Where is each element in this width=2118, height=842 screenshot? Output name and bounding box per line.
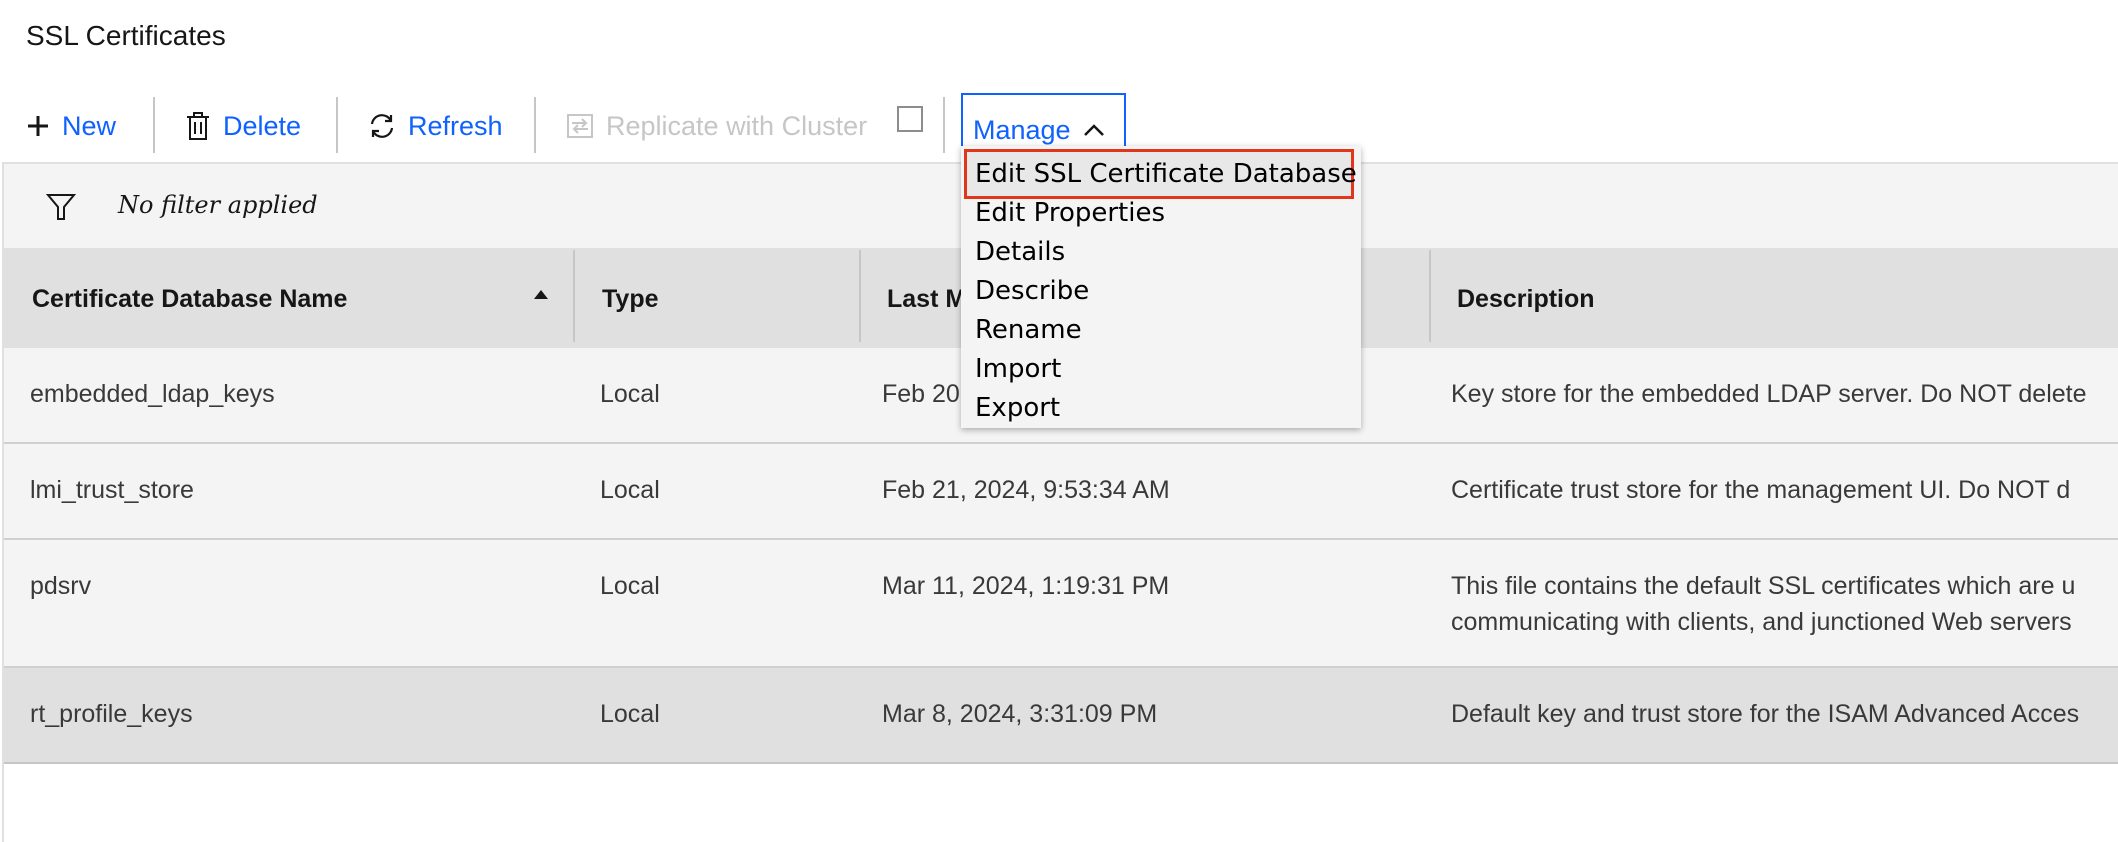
cell-type: Local bbox=[600, 380, 660, 408]
table-row[interactable]: pdsrv Local Mar 11, 2024, 1:19:31 PM Thi… bbox=[4, 540, 2118, 668]
column-divider bbox=[573, 250, 575, 342]
delete-button[interactable]: Delete bbox=[185, 90, 301, 162]
refresh-button[interactable]: Refresh bbox=[368, 90, 503, 162]
cell-name: embedded_ldap_keys bbox=[30, 380, 275, 408]
toolbar-divider bbox=[534, 97, 536, 153]
cell-description: This file contains the default SSL certi… bbox=[1451, 572, 2076, 600]
new-button-label: New bbox=[62, 110, 117, 141]
column-divider bbox=[1429, 250, 1431, 342]
menu-item-export[interactable]: Export bbox=[975, 391, 1060, 425]
cell-last-modified: Feb 20 bbox=[882, 380, 960, 408]
select-checkbox[interactable] bbox=[897, 106, 923, 132]
cell-description: Default key and trust store for the ISAM… bbox=[1451, 700, 2080, 728]
trash-icon bbox=[187, 112, 209, 140]
cell-last-modified: Mar 8, 2024, 3:31:09 PM bbox=[882, 700, 1158, 728]
replicate-button-label: Replicate with Cluster bbox=[606, 110, 868, 141]
page-title: SSL Certificates bbox=[26, 20, 226, 51]
menu-item-import[interactable]: Import bbox=[975, 352, 1061, 386]
plus-icon bbox=[28, 116, 48, 136]
column-header-description[interactable]: Description bbox=[1457, 250, 1595, 348]
column-header-label: Description bbox=[1457, 284, 1595, 313]
table-row[interactable]: lmi_trust_store Local Feb 21, 2024, 9:53… bbox=[4, 444, 2118, 540]
menu-item-edit-properties[interactable]: Edit Properties bbox=[975, 196, 1165, 230]
menu-item-rename[interactable]: Rename bbox=[975, 313, 1082, 347]
refresh-icon bbox=[370, 114, 394, 138]
column-header-name[interactable]: Certificate Database Name bbox=[32, 250, 347, 348]
column-divider bbox=[859, 250, 861, 342]
cell-name: pdsrv bbox=[30, 572, 92, 600]
cell-last-modified: Feb 21, 2024, 9:53:34 AM bbox=[882, 476, 1170, 504]
cell-last-modified: Mar 11, 2024, 1:19:31 PM bbox=[882, 572, 1170, 600]
cell-name: lmi_trust_store bbox=[30, 476, 194, 504]
refresh-button-label: Refresh bbox=[408, 110, 503, 141]
cell-description-line2: communicating with clients, and junction… bbox=[1451, 608, 2072, 636]
cell-description: Certificate trust store for the manageme… bbox=[1451, 476, 2071, 504]
sort-ascending-icon[interactable] bbox=[534, 290, 548, 299]
cell-name: rt_profile_keys bbox=[30, 700, 193, 728]
toolbar-divider bbox=[153, 97, 155, 153]
cell-type: Local bbox=[600, 700, 660, 728]
replicate-with-cluster-button[interactable]: Replicate with Cluster bbox=[566, 90, 867, 162]
chevron-up-icon bbox=[1083, 124, 1104, 136]
cell-type: Local bbox=[600, 476, 660, 504]
menu-item-edit-ssl-certificate-database[interactable]: Edit SSL Certificate Database bbox=[964, 149, 1357, 199]
replicate-icon bbox=[567, 114, 593, 138]
column-header-label: Certificate Database Name bbox=[32, 284, 348, 313]
toolbar-divider bbox=[336, 97, 338, 153]
menu-item-details[interactable]: Details bbox=[975, 235, 1065, 269]
cell-type: Local bbox=[600, 572, 660, 600]
column-header-type[interactable]: Type bbox=[602, 250, 659, 348]
toolbar-divider bbox=[943, 97, 945, 153]
menu-item-describe[interactable]: Describe bbox=[975, 274, 1089, 308]
filter-status: No filter applied bbox=[118, 191, 318, 219]
filter-icon[interactable] bbox=[46, 192, 76, 222]
new-button[interactable]: New bbox=[26, 90, 116, 162]
cell-description: Key store for the embedded LDAP server. … bbox=[1451, 380, 2087, 408]
manage-dropdown-menu: Edit SSL Certificate Database Edit Prope… bbox=[961, 146, 1361, 428]
table-row[interactable]: rt_profile_keys Local Mar 8, 2024, 3:31:… bbox=[4, 668, 2118, 764]
delete-button-label: Delete bbox=[223, 110, 302, 141]
manage-button-label: Manage bbox=[973, 114, 1071, 145]
column-header-label: Type bbox=[602, 284, 659, 313]
